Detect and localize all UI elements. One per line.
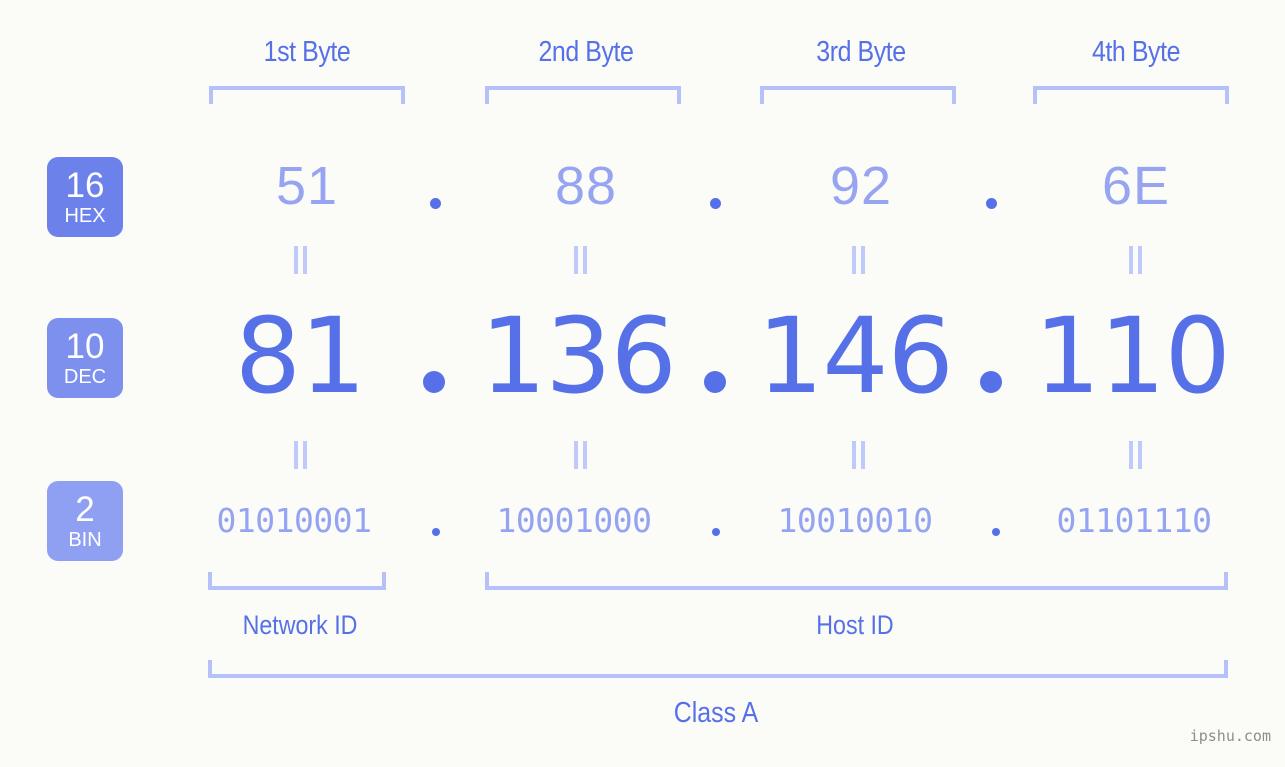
dec-value-byte-3: 146 <box>757 295 954 417</box>
byte-header-1: 1st Byte <box>212 30 401 74</box>
dec-value-byte-2: 136 <box>480 295 677 417</box>
hex-badge-number: 16 <box>65 166 105 205</box>
dec-badge-system: DEC <box>63 366 107 388</box>
class-bracket <box>208 660 1228 678</box>
dec-badge-number: 10 <box>65 327 105 366</box>
host-id-label: Host ID <box>816 610 894 640</box>
bin-separator-3 <box>992 528 1000 536</box>
equals-icon-dec-bin-3 <box>850 441 868 469</box>
byte-header-4: 4th Byte <box>1041 30 1230 74</box>
hex-badge-system: HEX <box>64 205 106 227</box>
hex-value-byte-1: 51 <box>275 156 339 216</box>
bin-value-byte-4: 01101110 <box>1056 501 1212 540</box>
hex-separator-3 <box>986 198 997 209</box>
byte-header-label: 3rd Byte <box>816 36 906 68</box>
host-id-bracket <box>485 572 1228 590</box>
dec-value-byte-4: 110 <box>1034 295 1231 417</box>
byte-header-2: 2nd Byte <box>491 30 680 74</box>
byte-bracket-2 <box>485 86 681 104</box>
bin-separator-1 <box>432 528 440 536</box>
hex-value-byte-2: 88 <box>554 156 618 216</box>
dec-separator-2 <box>704 371 726 393</box>
hex-value-byte-3: 92 <box>829 156 893 216</box>
byte-bracket-4 <box>1033 86 1229 104</box>
equals-icon-dec-bin-4 <box>1127 441 1145 469</box>
bin-badge-system: BIN <box>68 529 102 551</box>
byte-header-3: 3rd Byte <box>766 30 955 74</box>
equals-icon-dec-bin-1 <box>292 441 310 469</box>
bin-separator-2 <box>712 528 720 536</box>
bin-value-byte-2: 10001000 <box>496 501 652 540</box>
byte-bracket-3 <box>760 86 956 104</box>
hex-value-byte-4: 6E <box>1101 156 1171 216</box>
dec-value-byte-1: 81 <box>234 295 366 417</box>
network-id-label: Network ID <box>242 610 358 640</box>
bin-badge-number: 2 <box>75 490 95 529</box>
byte-header-label: 4th Byte <box>1091 36 1181 68</box>
bin-value-byte-1: 01010001 <box>216 501 372 540</box>
dec-separator-1 <box>423 371 445 393</box>
equals-icon-hex-dec-1 <box>292 246 310 274</box>
equals-icon-hex-dec-3 <box>850 246 868 274</box>
equals-icon-hex-dec-4 <box>1127 246 1145 274</box>
byte-bracket-1 <box>209 86 405 104</box>
bin-value-byte-3: 10010010 <box>777 501 933 540</box>
equals-icon-hex-dec-2 <box>572 246 590 274</box>
hex-badge: 16 HEX <box>47 157 123 237</box>
hex-separator-1 <box>430 198 441 209</box>
equals-icon-dec-bin-2 <box>572 441 590 469</box>
ip-address-diagram: 1st Byte 2nd Byte 3rd Byte 4th Byte 16 H… <box>0 0 1285 767</box>
byte-header-label: 1st Byte <box>263 36 351 68</box>
watermark: ipshu.com <box>1189 727 1271 745</box>
dec-separator-3 <box>980 371 1002 393</box>
bin-badge: 2 BIN <box>47 481 123 561</box>
byte-header-label: 2nd Byte <box>538 36 634 68</box>
hex-separator-2 <box>710 198 721 209</box>
dec-badge: 10 DEC <box>47 318 123 398</box>
network-id-bracket <box>208 572 386 590</box>
class-label: Class A <box>673 697 759 729</box>
